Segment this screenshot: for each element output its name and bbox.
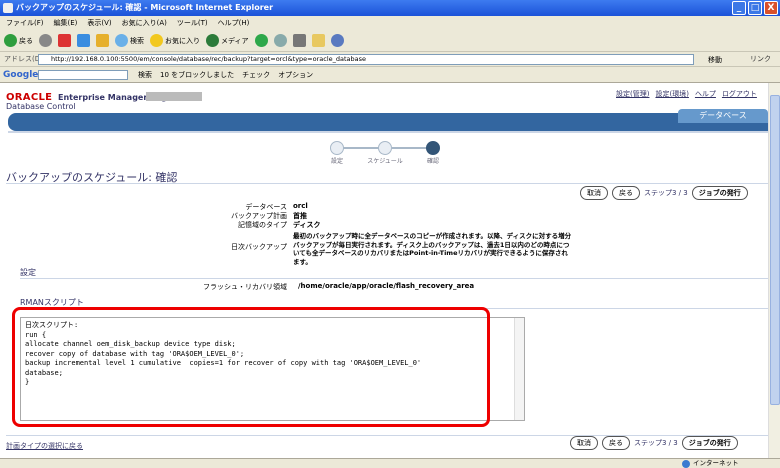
daily-label-wrap: 日次バックアップ: [180, 242, 287, 252]
step-indicator: ステップ3 / 3: [644, 189, 688, 197]
google-search-input[interactable]: [38, 70, 128, 80]
print-icon[interactable]: [292, 34, 306, 47]
fra-value: /home/oracle/app/oracle/flash_recovery_a…: [298, 282, 475, 290]
messenger-icon[interactable]: [330, 34, 344, 47]
options-button[interactable]: オプション: [278, 67, 313, 83]
internet-zone-icon: [682, 459, 690, 468]
train-step-dot: [378, 141, 392, 155]
menu-help[interactable]: ヘルプ(H): [218, 16, 250, 30]
link-setup-prefs[interactable]: 設定(環境): [655, 89, 688, 99]
address-input[interactable]: http://192.168.0.100:5500/em/console/dat…: [38, 54, 694, 65]
back-arrow-icon: [4, 34, 17, 47]
top-action-bar: 取消 戻る ステップ3 / 3 ジョブの発行: [580, 186, 748, 200]
forward-arrow-icon[interactable]: [39, 34, 52, 47]
page-content: ORACLE Enterprise Manager 10g Database C…: [0, 83, 768, 458]
zone-label: インターネット: [693, 459, 739, 467]
minimize-button[interactable]: _: [732, 1, 746, 15]
status-bar: インターネット: [0, 458, 780, 468]
tab-database[interactable]: データベース: [678, 109, 768, 123]
edit-icon[interactable]: [311, 34, 325, 47]
train-step-label: 確認: [426, 158, 439, 165]
maximize-button[interactable]: □: [748, 1, 762, 15]
spellcheck-button[interactable]: チェック: [242, 67, 270, 83]
link-help[interactable]: ヘルプ: [695, 89, 716, 99]
back-button[interactable]: 戻る: [612, 186, 640, 200]
search-icon: [115, 34, 128, 47]
history-icon[interactable]: [254, 34, 268, 47]
google-logo[interactable]: Google: [3, 67, 38, 83]
link-setup-admin[interactable]: 設定(管理): [616, 89, 649, 99]
toolbar: 戻る 検索 お気に入り メディア: [0, 30, 780, 52]
links-button[interactable]: リンク: [750, 52, 771, 67]
menu-file[interactable]: ファイル(F): [6, 16, 44, 30]
daily-label: 日次バックアップ: [231, 243, 287, 251]
address-bar: アドレス(D) http://192.168.0.100:5500/em/con…: [0, 52, 780, 67]
train-connector: [343, 147, 379, 149]
ie-icon: [3, 3, 13, 13]
submit-job-button[interactable]: ジョブの発行: [691, 186, 748, 200]
summary-labels: データベース バックアップ計画 記憶域のタイプ: [180, 202, 287, 242]
favorites-toolbar-button[interactable]: お気に入り: [150, 34, 200, 47]
refresh-icon[interactable]: [77, 34, 90, 47]
highlight-annotation: [12, 307, 490, 427]
browser-window: バックアップのスケジュール: 確認 - Microsoft Internet E…: [0, 0, 780, 468]
daily-description: 最初のバックアップ時に全データベースのコピーが作成されます。以降、ディスクに対す…: [293, 232, 572, 266]
search-toolbar-button[interactable]: 検索: [115, 34, 144, 47]
section-divider: [20, 278, 768, 279]
bottom-action-bar: 取消 戻る ステップ3 / 3 ジョブの発行: [570, 436, 738, 450]
product-subtitle: Database Control: [6, 102, 76, 111]
train-connector: [392, 147, 428, 149]
page-scrollbar[interactable]: [768, 83, 780, 458]
title-bar: バックアップのスケジュール: 確認 - Microsoft Internet E…: [0, 0, 780, 16]
step-train: 設定 スケジュール 確認: [330, 141, 440, 171]
train-step-dot: [330, 141, 344, 155]
popup-blocked-button[interactable]: 10 をブロックしました: [160, 67, 234, 83]
settings-section-title: 設定: [20, 268, 36, 277]
menu-favorites[interactable]: お気に入り(A): [122, 16, 167, 30]
home-icon[interactable]: [96, 34, 109, 47]
menu-view[interactable]: 表示(V): [87, 16, 111, 30]
sub-divider: [8, 131, 768, 133]
window-title: バックアップのスケジュール: 確認 - Microsoft Internet E…: [16, 3, 274, 12]
media-label: 記憶域のタイプ: [238, 221, 287, 229]
fra-label-wrap: フラッシュ・リカバリ領域: [160, 282, 287, 292]
cancel-button[interactable]: 取消: [580, 186, 608, 200]
menu-tools[interactable]: ツール(T): [177, 16, 208, 30]
media-value: ディスク: [293, 221, 321, 229]
go-button[interactable]: 移動: [708, 53, 722, 68]
star-icon: [150, 34, 163, 47]
db-value: orcl: [293, 202, 308, 210]
back-to-plan-link[interactable]: 計画タイプの選択に戻る: [6, 441, 83, 451]
title-divider: [6, 183, 768, 184]
back-button-bottom[interactable]: 戻る: [602, 436, 630, 450]
scrollbar-thumb[interactable]: [770, 95, 780, 405]
step-indicator-bottom: ステップ3 / 3: [634, 439, 678, 447]
cancel-button-bottom[interactable]: 取消: [570, 436, 598, 450]
mail-icon[interactable]: [273, 34, 287, 47]
train-step-label: 設定: [330, 158, 343, 165]
submit-job-button-bottom[interactable]: ジョブの発行: [681, 436, 738, 450]
close-button[interactable]: X: [764, 1, 778, 15]
train-step-dot-current: [426, 141, 440, 155]
media-icon: [206, 34, 219, 47]
fra-label: フラッシュ・リカバリ領域: [203, 283, 287, 291]
stop-icon[interactable]: [58, 34, 71, 47]
google-toolbar: Google 検索 10 をブロックしました チェック オプション: [0, 67, 780, 83]
back-toolbar-button[interactable]: 戻る: [4, 34, 33, 47]
tab-bar: データベース: [8, 109, 768, 131]
menu-edit[interactable]: 編集(E): [54, 16, 78, 30]
google-search-button[interactable]: 検索: [138, 67, 152, 83]
textarea-scrollbar[interactable]: [514, 318, 524, 420]
train-step-label: スケジュール: [367, 158, 403, 165]
menu-bar: ファイル(F) 編集(E) 表示(V) お気に入り(A) ツール(T) ヘルプ(…: [0, 16, 780, 30]
media-toolbar-button[interactable]: メディア: [206, 34, 249, 47]
link-logout[interactable]: ログアウト: [722, 89, 757, 99]
redacted-block: [146, 92, 202, 101]
